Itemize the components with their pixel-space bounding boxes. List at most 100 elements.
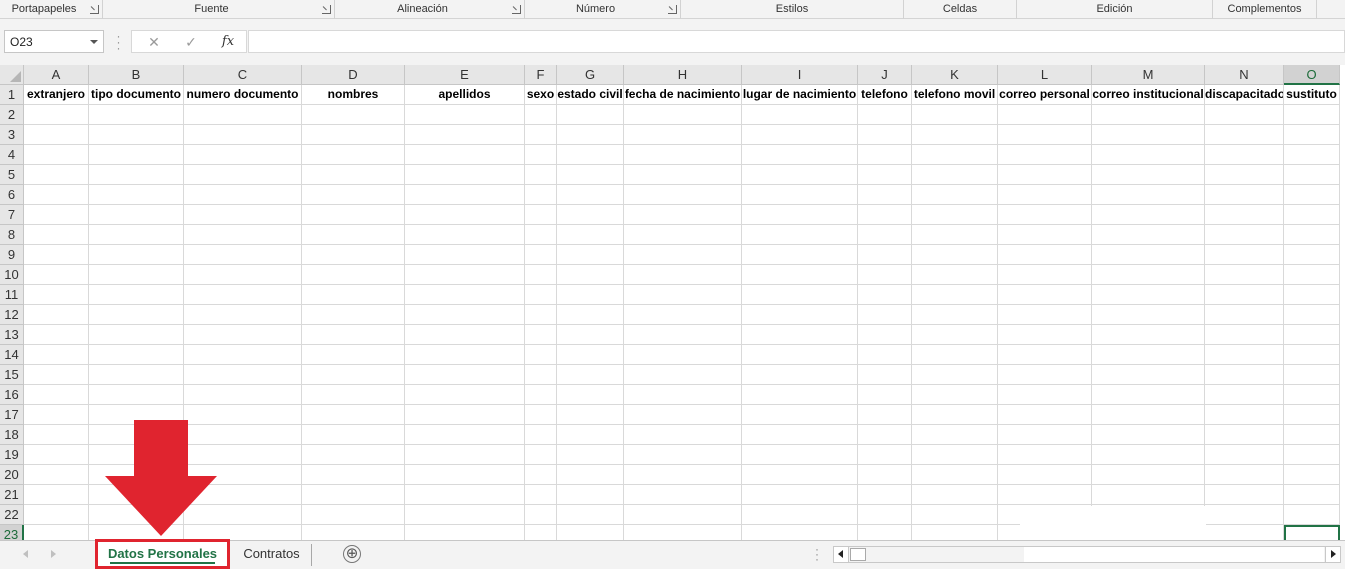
cell-a17[interactable] [24,405,89,425]
cell-k17[interactable] [912,405,998,425]
scroll-left-icon[interactable] [834,547,849,562]
cell-o10[interactable] [1284,265,1340,285]
cell-g19[interactable] [557,445,624,465]
cell-f20[interactable] [525,465,557,485]
cell-k6[interactable] [912,185,998,205]
row-header-10[interactable]: 10 [0,265,24,285]
cell-l10[interactable] [998,265,1092,285]
cell-h2[interactable] [624,105,742,125]
cell-h4[interactable] [624,145,742,165]
cell-j4[interactable] [858,145,912,165]
column-header-e[interactable]: E [405,65,525,85]
cell-c4[interactable] [184,145,302,165]
cell-o6[interactable] [1284,185,1340,205]
cell-e17[interactable] [405,405,525,425]
cell-k3[interactable] [912,125,998,145]
cell-h6[interactable] [624,185,742,205]
cell-b16[interactable] [89,385,184,405]
cell-l11[interactable] [998,285,1092,305]
cell-a6[interactable] [24,185,89,205]
cell-g17[interactable] [557,405,624,425]
cell-f15[interactable] [525,365,557,385]
cell-e13[interactable] [405,325,525,345]
cell-h17[interactable] [624,405,742,425]
cell-h5[interactable] [624,165,742,185]
cell-d9[interactable] [302,245,405,265]
row-header-1[interactable]: 1 [0,85,24,105]
cell-d6[interactable] [302,185,405,205]
cell-e23[interactable] [405,525,525,540]
cell-h15[interactable] [624,365,742,385]
cell-l8[interactable] [998,225,1092,245]
cell-k14[interactable] [912,345,998,365]
cell-e8[interactable] [405,225,525,245]
cell-j20[interactable] [858,465,912,485]
cell-n4[interactable] [1205,145,1284,165]
select-all-corner[interactable] [0,65,24,85]
cell-l4[interactable] [998,145,1092,165]
cell-e9[interactable] [405,245,525,265]
tab-splitter-icon[interactable]: · · · [814,543,820,565]
cell-l5[interactable] [998,165,1092,185]
cell-c9[interactable] [184,245,302,265]
cell-n5[interactable] [1205,165,1284,185]
cell-l16[interactable] [998,385,1092,405]
cell-m8[interactable] [1092,225,1205,245]
header-cell-m[interactable]: correo institucional [1092,85,1205,105]
cell-e7[interactable] [405,205,525,225]
cell-k10[interactable] [912,265,998,285]
cell-i14[interactable] [742,345,858,365]
cell-n6[interactable] [1205,185,1284,205]
cell-h9[interactable] [624,245,742,265]
cell-e4[interactable] [405,145,525,165]
cell-c6[interactable] [184,185,302,205]
cell-g12[interactable] [557,305,624,325]
cell-m19[interactable] [1092,445,1205,465]
cell-e5[interactable] [405,165,525,185]
cell-d11[interactable] [302,285,405,305]
column-header-c[interactable]: C [184,65,302,85]
cell-l7[interactable] [998,205,1092,225]
cell-a10[interactable] [24,265,89,285]
cell-j23[interactable] [858,525,912,540]
cell-b14[interactable] [89,345,184,365]
cell-m17[interactable] [1092,405,1205,425]
cell-o13[interactable] [1284,325,1340,345]
cell-a23[interactable] [24,525,89,540]
cell-d17[interactable] [302,405,405,425]
cell-b10[interactable] [89,265,184,285]
column-header-b[interactable]: B [89,65,184,85]
cell-n18[interactable] [1205,425,1284,445]
cell-h16[interactable] [624,385,742,405]
cell-j15[interactable] [858,365,912,385]
cell-f8[interactable] [525,225,557,245]
cell-g9[interactable] [557,245,624,265]
cell-c14[interactable] [184,345,302,365]
cell-k4[interactable] [912,145,998,165]
cell-o21[interactable] [1284,485,1340,505]
cell-m6[interactable] [1092,185,1205,205]
cell-e12[interactable] [405,305,525,325]
cell-a18[interactable] [24,425,89,445]
cell-g5[interactable] [557,165,624,185]
header-cell-k[interactable]: telefono movil [912,85,998,105]
dialog-launcher-icon[interactable] [668,5,677,14]
cell-a5[interactable] [24,165,89,185]
row-header-22[interactable]: 22 [0,505,24,525]
insert-function-icon[interactable]: fx [216,32,240,52]
cell-n13[interactable] [1205,325,1284,345]
cell-j22[interactable] [858,505,912,525]
cell-f12[interactable] [525,305,557,325]
row-header-20[interactable]: 20 [0,465,24,485]
cell-l2[interactable] [998,105,1092,125]
cell-f3[interactable] [525,125,557,145]
cell-f11[interactable] [525,285,557,305]
header-cell-n[interactable]: discapacitado [1205,85,1284,105]
cell-d15[interactable] [302,365,405,385]
cell-m11[interactable] [1092,285,1205,305]
cell-i8[interactable] [742,225,858,245]
cell-h8[interactable] [624,225,742,245]
cell-n10[interactable] [1205,265,1284,285]
cell-i10[interactable] [742,265,858,285]
cell-i22[interactable] [742,505,858,525]
